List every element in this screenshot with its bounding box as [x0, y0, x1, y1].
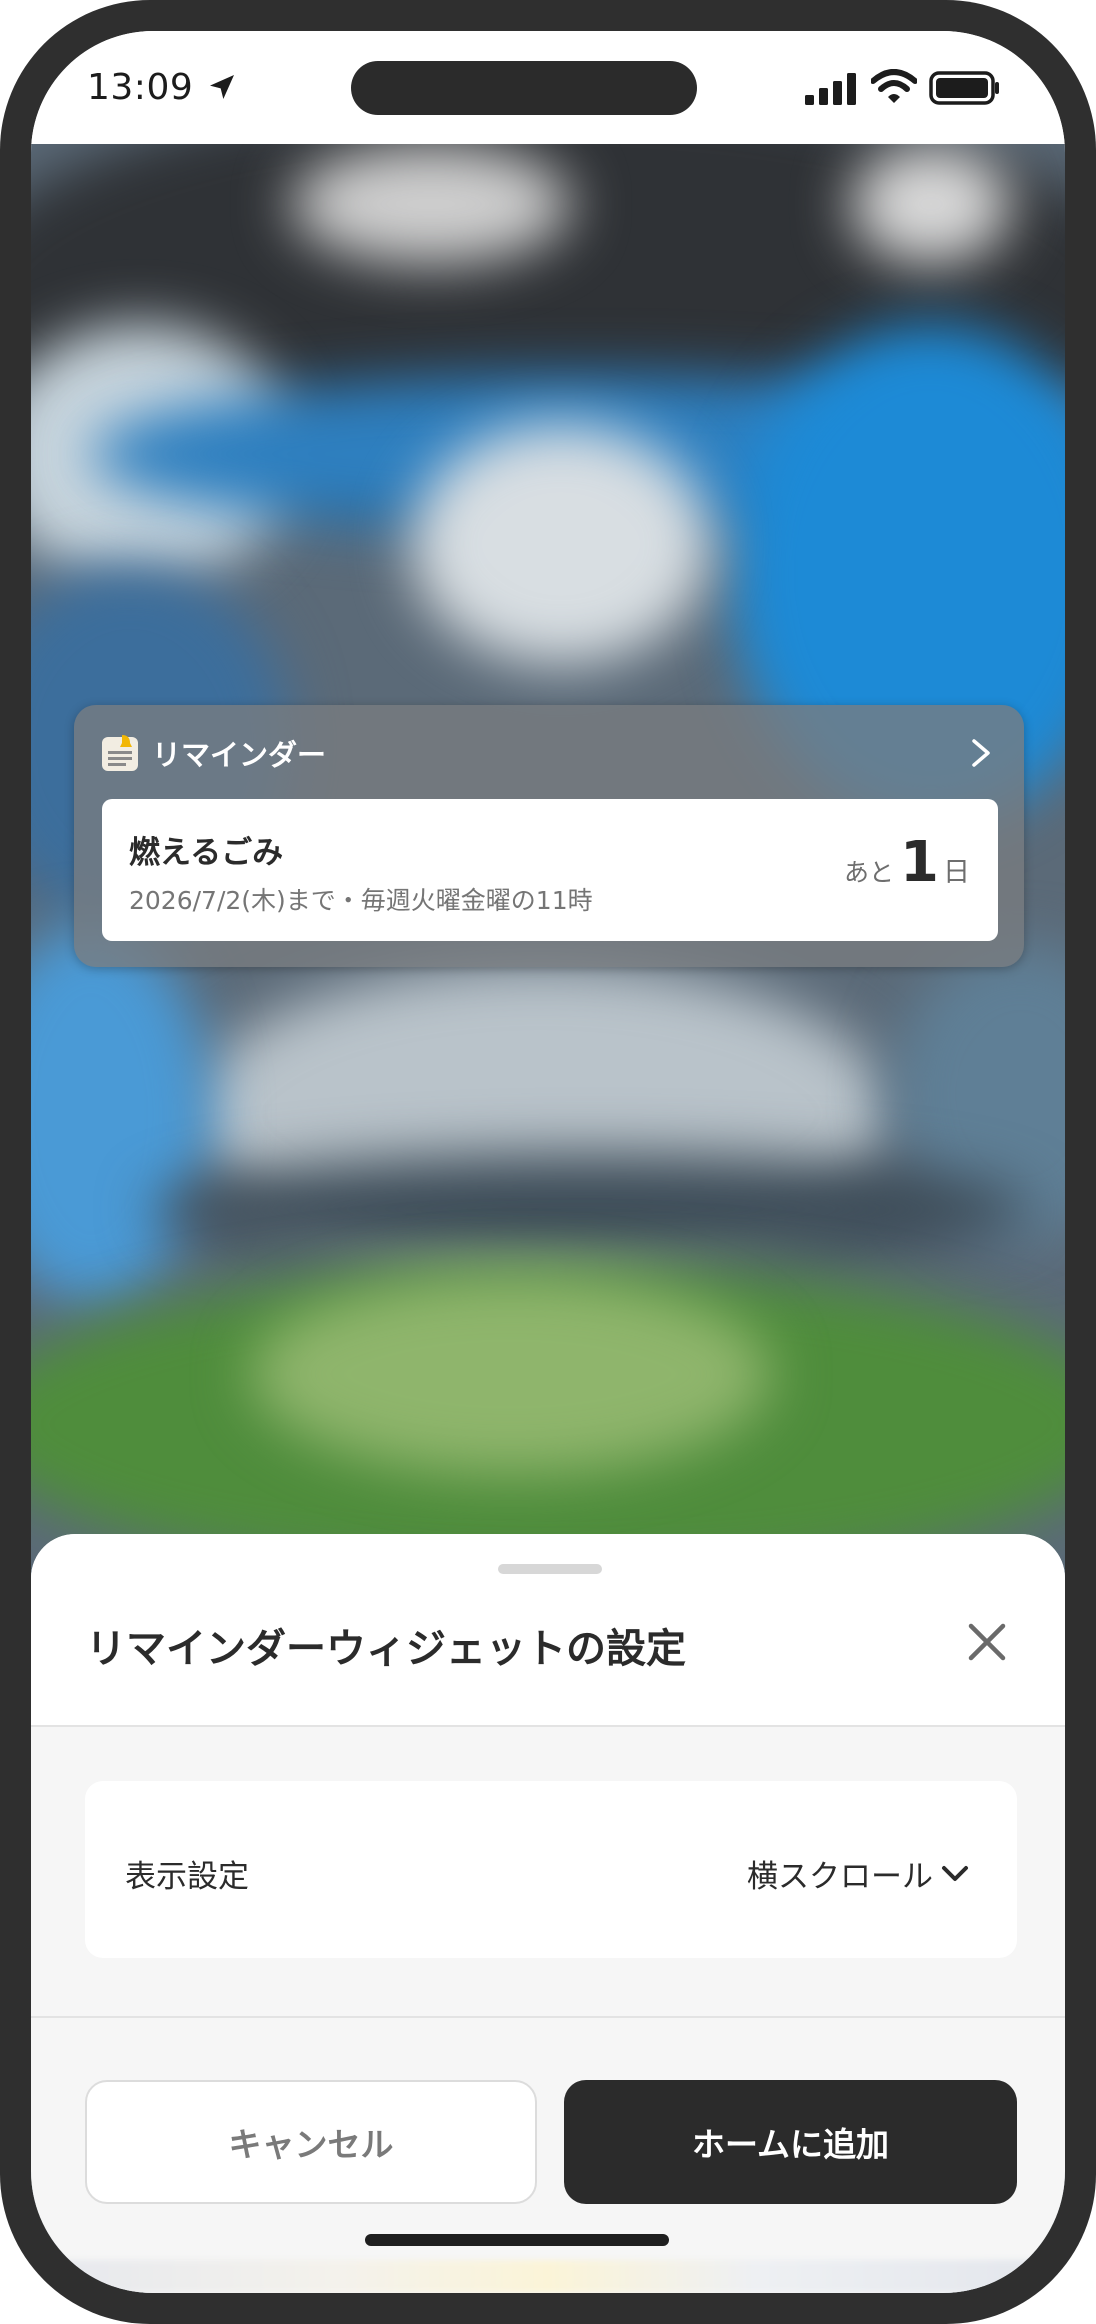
days-remaining-prefix: あと: [844, 858, 895, 887]
sheet-grabber[interactable]: [498, 1564, 602, 1574]
sheet-title: リマインダーウィジェットの設定: [86, 1626, 686, 1672]
widget-settings-sheet: リマインダーウィジェットの設定 表示設定 横スクロール キャンセル ホームに追加: [31, 1534, 1065, 2293]
widget-header: リマインダー: [100, 733, 326, 773]
reminder-widget-preview[interactable]: リマインダー 燃えるごみ 2026/7/2(木)まで・毎週火曜金曜の11時 あと…: [74, 705, 1024, 967]
chevron-right-icon[interactable]: [970, 737, 992, 769]
display-setting-value: 横スクロール: [747, 1859, 933, 1895]
chevron-down-icon: [942, 1865, 968, 1881]
cellular-signal-icon: [805, 73, 856, 105]
display-setting-label: 表示設定: [125, 1859, 249, 1895]
screen: 13:09 リマインダー 燃えるごみ 2026/7/2(木)まで・毎週火曜金曜の…: [31, 31, 1065, 2293]
display-setting-row[interactable]: 表示設定 横スクロール: [85, 1781, 1017, 1958]
widget-title: リマインダー: [152, 738, 327, 772]
dynamic-island: [351, 61, 697, 115]
sheet-bottom-strip: [31, 2260, 1065, 2293]
days-remaining: あと 1 日: [844, 835, 970, 891]
reminder-card[interactable]: 燃えるごみ 2026/7/2(木)まで・毎週火曜金曜の11時 あと 1 日: [102, 799, 998, 941]
home-indicator[interactable]: [365, 2234, 669, 2246]
status-bar: 13:09: [31, 31, 1065, 144]
wifi-icon: [871, 69, 917, 103]
device-frame: 13:09 リマインダー 燃えるごみ 2026/7/2(木)まで・毎週火曜金曜の…: [0, 0, 1096, 2324]
reminder-title: 燃えるごみ: [129, 835, 284, 871]
days-remaining-unit: 日: [943, 857, 970, 888]
divider: [31, 2016, 1065, 2018]
days-remaining-value: 1: [900, 830, 939, 895]
cancel-button[interactable]: キャンセル: [85, 2080, 537, 2204]
close-icon[interactable]: [963, 1618, 1011, 1666]
battery-icon: [929, 71, 999, 105]
add-to-home-button[interactable]: ホームに追加: [564, 2080, 1017, 2204]
display-setting-select[interactable]: 横スクロール: [747, 1851, 969, 1896]
reminder-app-icon: [102, 735, 138, 771]
location-arrow-icon: [210, 75, 234, 99]
sheet-header: リマインダーウィジェットの設定: [31, 1534, 1065, 1727]
status-time: 13:09: [87, 67, 194, 108]
reminder-schedule: 2026/7/2(木)まで・毎週火曜金曜の11時: [129, 886, 593, 915]
